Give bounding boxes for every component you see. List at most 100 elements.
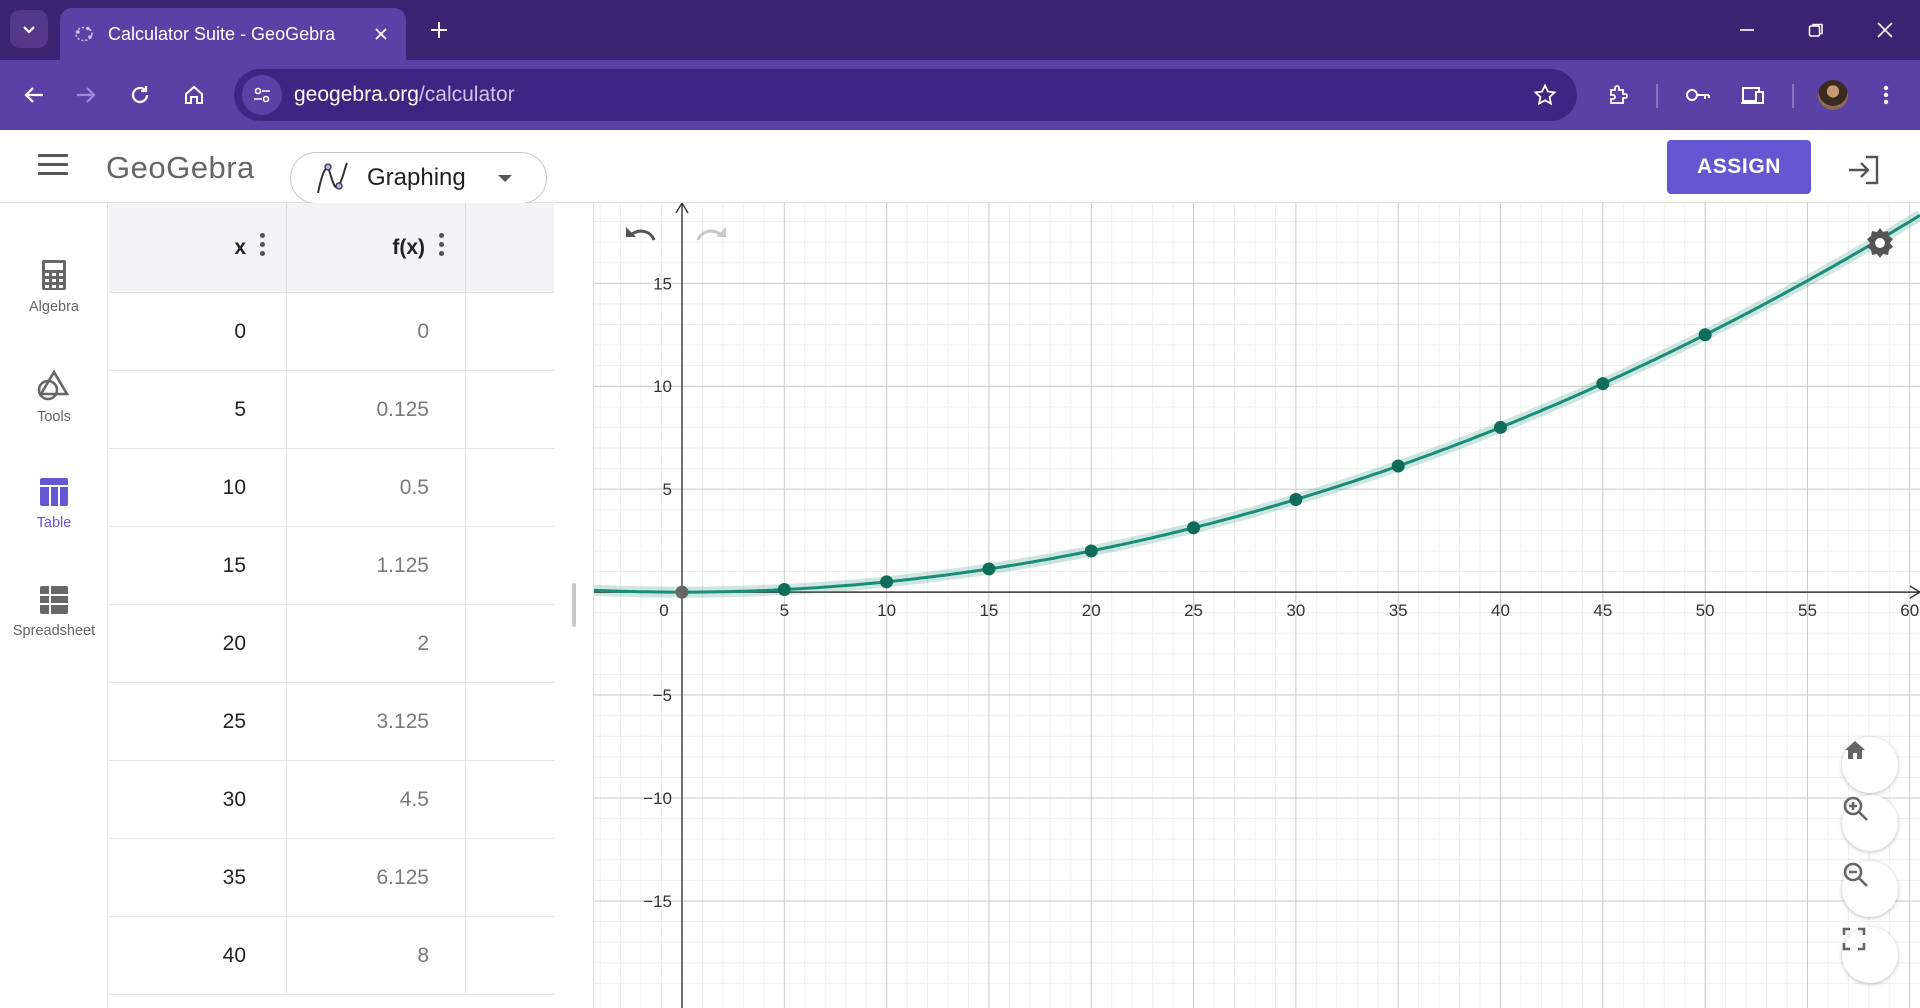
- cell-x[interactable]: 0: [109, 293, 287, 371]
- cell-x[interactable]: 10: [109, 449, 287, 527]
- cell-empty[interactable]: [466, 605, 554, 683]
- table-row: 35 6.125: [109, 839, 554, 917]
- data-point[interactable]: [777, 583, 791, 597]
- cell-x[interactable]: 20: [109, 605, 287, 683]
- fullscreen-button[interactable]: [1842, 927, 1898, 983]
- assign-button[interactable]: ASSIGN: [1667, 140, 1811, 194]
- reload-button[interactable]: [122, 77, 158, 113]
- x-tick-label: 5: [780, 601, 789, 620]
- app-name: Graphing: [367, 164, 466, 191]
- x-tick-label: 50: [1696, 601, 1715, 620]
- cell-empty[interactable]: [466, 449, 554, 527]
- table-row: 30 4.5: [109, 761, 554, 839]
- cell-x[interactable]: 35: [109, 839, 287, 917]
- cell-x[interactable]: 30: [109, 761, 287, 839]
- url-domain: geogebra.org: [294, 83, 419, 106]
- minimize-button[interactable]: [1724, 12, 1770, 48]
- data-point[interactable]: [1494, 420, 1508, 434]
- cell-empty[interactable]: [466, 371, 554, 449]
- address-bar[interactable]: geogebra.org/calculator: [234, 69, 1577, 121]
- tools-shapes-icon: [37, 369, 70, 401]
- cell-empty[interactable]: [466, 761, 554, 839]
- cell-empty[interactable]: [466, 293, 554, 371]
- cell-x[interactable]: 25: [109, 683, 287, 761]
- spreadsheet-icon: [40, 586, 68, 614]
- devices-button[interactable]: [1735, 77, 1771, 113]
- data-point[interactable]: [880, 575, 894, 589]
- back-button[interactable]: [16, 77, 52, 113]
- cell-fx[interactable]: 0.5: [287, 449, 466, 527]
- close-window-button[interactable]: [1862, 12, 1908, 48]
- y-tick-label: 15: [653, 274, 672, 293]
- zoom-out-icon: [1843, 862, 1868, 887]
- tab-close-button[interactable]: [370, 23, 392, 45]
- rail-item-tools[interactable]: Tools: [0, 369, 108, 461]
- data-point[interactable]: [1187, 521, 1201, 535]
- cell-x[interactable]: 15: [109, 527, 287, 605]
- data-point[interactable]: [675, 585, 689, 599]
- extensions-button[interactable]: [1600, 77, 1636, 113]
- app-switcher-dropdown[interactable]: Graphing: [290, 152, 547, 204]
- zoom-out-button[interactable]: [1842, 861, 1898, 917]
- cell-x[interactable]: 5: [109, 371, 287, 449]
- cell-fx[interactable]: 3.125: [287, 683, 466, 761]
- graphing-app-icon: [317, 162, 348, 194]
- main-menu-button[interactable]: [38, 154, 68, 178]
- browser-menu-button[interactable]: [1868, 77, 1904, 113]
- cell-empty[interactable]: [466, 839, 554, 917]
- cell-fx[interactable]: 6.125: [287, 839, 466, 917]
- tab-search-button[interactable]: [10, 10, 48, 48]
- profile-avatar[interactable]: [1818, 80, 1848, 110]
- data-point[interactable]: [1596, 377, 1610, 391]
- redo-button[interactable]: [694, 223, 734, 263]
- bookmark-star-button[interactable]: [1533, 83, 1557, 112]
- sign-in-icon: [1849, 155, 1879, 185]
- x-tick-label: 45: [1593, 601, 1612, 620]
- rail-item-spreadsheet[interactable]: Spreadsheet: [0, 585, 108, 677]
- table-row: 40 8: [109, 917, 554, 995]
- data-point[interactable]: [1391, 459, 1405, 473]
- cell-x[interactable]: 40: [109, 917, 287, 995]
- cell-fx[interactable]: 0.125: [287, 371, 466, 449]
- passwords-button[interactable]: [1680, 77, 1716, 113]
- zoom-in-button[interactable]: [1842, 795, 1898, 851]
- puzzle-icon: [1610, 85, 1628, 104]
- chevron-down-icon: [23, 26, 35, 34]
- cell-fx[interactable]: 2: [287, 605, 466, 683]
- site-info-button[interactable]: [242, 75, 282, 115]
- column-fx-menu-button[interactable]: [439, 233, 445, 261]
- cell-fx[interactable]: 0: [287, 293, 466, 371]
- rail-item-algebra[interactable]: Algebra: [0, 259, 108, 351]
- data-point[interactable]: [982, 562, 996, 576]
- cell-empty[interactable]: [466, 527, 554, 605]
- x-tick-label: 10: [877, 601, 896, 620]
- undo-button[interactable]: [624, 223, 664, 263]
- plus-icon: [431, 22, 447, 38]
- home-button[interactable]: [176, 77, 212, 113]
- devices-icon: [1741, 87, 1764, 104]
- cell-empty[interactable]: [466, 917, 554, 995]
- sign-in-button[interactable]: [1846, 152, 1882, 188]
- graph-canvas[interactable]: 0 5 10 15 20 25 30 35 40 45 50 55 60 15 10 5 −5 −10 −15: [594, 203, 1920, 1008]
- app-header: GeoGebra Graphing ASSIGN: [0, 130, 1920, 204]
- data-point[interactable]: [1289, 492, 1303, 506]
- standard-view-button[interactable]: [1842, 737, 1898, 793]
- cell-fx[interactable]: 1.125: [287, 527, 466, 605]
- forward-button[interactable]: [68, 77, 104, 113]
- rail-item-table[interactable]: Table: [0, 477, 108, 569]
- restore-button[interactable]: [1793, 12, 1839, 48]
- graphics-settings-button[interactable]: [1862, 225, 1898, 261]
- data-point[interactable]: [1084, 544, 1098, 558]
- browser-tab[interactable]: Calculator Suite - GeoGebra: [60, 8, 406, 60]
- redo-icon: [696, 227, 726, 241]
- arrow-right-icon: [77, 87, 96, 103]
- new-tab-button[interactable]: [425, 16, 453, 44]
- column-x-menu-button[interactable]: [260, 233, 266, 261]
- cell-fx[interactable]: 8: [287, 917, 466, 995]
- panel-resize-handle[interactable]: [572, 583, 576, 627]
- browser-toolbar: geogebra.org/calculator: [0, 60, 1920, 130]
- data-point[interactable]: [1698, 328, 1712, 342]
- cell-fx[interactable]: 4.5: [287, 761, 466, 839]
- cell-empty[interactable]: [466, 683, 554, 761]
- graphics-view[interactable]: 0 5 10 15 20 25 30 35 40 45 50 55 60 15 10 5 −5 −10 −15: [594, 203, 1920, 1008]
